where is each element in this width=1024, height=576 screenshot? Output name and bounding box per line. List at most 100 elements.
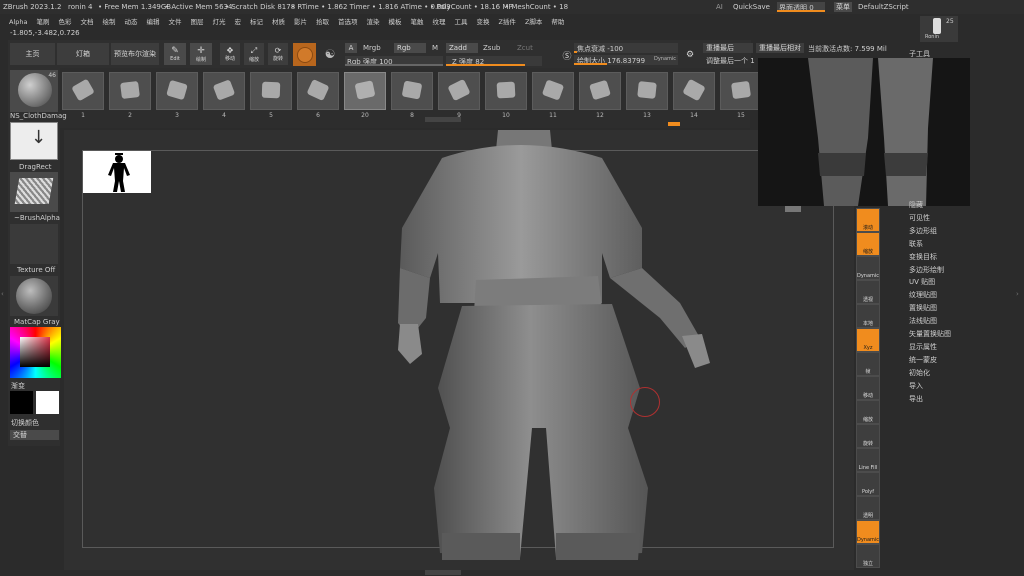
brush-thumbnail-slot[interactable]: 6	[297, 72, 339, 119]
tool-menu-item[interactable]: 导出	[909, 394, 923, 404]
menu-item[interactable]: Z脚本	[525, 16, 542, 26]
color-picker[interactable]	[10, 327, 61, 378]
subtool-header[interactable]: 子工具	[909, 49, 930, 59]
tool-menu-item[interactable]: 纹理贴图	[909, 290, 937, 300]
view-control-button[interactable]: 透明	[856, 496, 880, 520]
ui-transparency-slider[interactable]: 界面透明 0	[777, 2, 825, 12]
brush-thumbnail-slot[interactable]: 4	[203, 72, 245, 119]
tool-menu-item[interactable]: 多边形组	[909, 226, 937, 236]
menu-item[interactable]: 渲染	[366, 16, 379, 26]
view-control-button[interactable]: 帧	[856, 352, 880, 376]
menu-item[interactable]: 模板	[388, 16, 401, 26]
brush-thumbnail-slot[interactable]: 20	[344, 72, 386, 119]
draw-size-slider[interactable]: 绘制大小 176.83799 Dynamic	[574, 55, 678, 65]
bpr-button[interactable]: 预览布尔渲染	[111, 43, 159, 65]
tool-menu-item[interactable]: 变换目标	[909, 252, 937, 262]
menu-item[interactable]: 变换	[476, 16, 489, 26]
draw-button[interactable]: ✛ 绘制	[190, 43, 212, 65]
s-icon-button[interactable]: Ⓢ	[561, 46, 573, 64]
move-button[interactable]: ✥ 移动	[220, 43, 240, 65]
material-sphere-button[interactable]	[293, 43, 316, 66]
dynamic-label[interactable]: Dynamic	[654, 56, 676, 62]
replay-last-button[interactable]: 重播最后	[703, 43, 753, 53]
menu-item[interactable]: Z插件	[498, 16, 515, 26]
brush-thumbnail-slot[interactable]: 1	[62, 72, 104, 119]
reference-image[interactable]	[83, 151, 151, 193]
a-toggle[interactable]: A	[345, 43, 357, 53]
brush-thumbnail-slot[interactable]: 14	[673, 72, 715, 119]
adjust-last[interactable]: 调整最后一个 1	[706, 56, 755, 66]
menu-item[interactable]: 材质	[272, 16, 285, 26]
brush-thumbnail-slot[interactable]: 9	[438, 72, 480, 119]
alpha-thumbnail[interactable]	[10, 172, 58, 212]
ai-icon[interactable]: AI	[716, 3, 723, 11]
alternate-button[interactable]: 交替	[10, 430, 59, 440]
navigation-widget[interactable]	[785, 206, 801, 212]
menu-item[interactable]: 编辑	[146, 16, 159, 26]
quicksave-button[interactable]: QuickSave	[733, 3, 770, 11]
view-control-button[interactable]: 缩放	[856, 400, 880, 424]
texture-thumbnail[interactable]	[10, 224, 58, 264]
z-intensity-slider[interactable]: Z 强度 82	[446, 56, 542, 66]
tool-menu-item[interactable]: 多边形绘制	[909, 265, 944, 275]
view-control-button[interactable]: Polyf	[856, 472, 880, 496]
view-control-button[interactable]: Xyz	[856, 328, 880, 352]
tool-menu-item[interactable]: UV 贴图	[909, 277, 935, 287]
menu-item[interactable]: 帮助	[551, 16, 564, 26]
rgb-intensity-slider[interactable]: Rgb 强度 100	[345, 56, 443, 66]
tool-menu-item[interactable]: 置换贴图	[909, 303, 937, 313]
tool-menu-item[interactable]: 导入	[909, 381, 923, 391]
view-control-button[interactable]: 透视	[856, 280, 880, 304]
material-thumbnail[interactable]	[10, 276, 58, 316]
left-collapse-arrow[interactable]: ‹	[1, 290, 4, 298]
view-control-button[interactable]: 滚动	[856, 208, 880, 232]
bottom-collapse-handle[interactable]	[425, 570, 461, 575]
brush-thumbnail-slot[interactable]: 2	[109, 72, 151, 119]
menu-item[interactable]: 动态	[124, 16, 137, 26]
menu-item[interactable]: 工具	[454, 16, 467, 26]
home-button[interactable]: 主页	[10, 43, 55, 65]
brush-thumbnail[interactable]: 46	[10, 70, 58, 112]
brush-thumbnail-slot[interactable]: 12	[579, 72, 621, 119]
menu-item[interactable]: 文档	[80, 16, 93, 26]
stroke-thumbnail[interactable]: ↓	[10, 122, 58, 160]
view-control-button[interactable]: Line Fill	[856, 448, 880, 472]
menu-item[interactable]: 图层	[190, 16, 203, 26]
menu-item[interactable]: 拾取	[316, 16, 329, 26]
view-control-button[interactable]: 旋转	[856, 424, 880, 448]
replay-icon-button[interactable]: ⚙	[683, 46, 697, 64]
sculpt-model[interactable]	[380, 128, 720, 573]
brush-thumbnail-slot[interactable]: 3	[156, 72, 198, 119]
m-toggle[interactable]: M	[432, 44, 438, 52]
menu-button[interactable]: 菜单	[834, 2, 852, 12]
zcut-toggle[interactable]: Zcut	[517, 44, 533, 52]
switch-color-button[interactable]: 切换颜色	[11, 418, 39, 428]
secondary-color-swatch[interactable]	[36, 391, 59, 414]
brush-thumbnail-slot[interactable]: 10	[485, 72, 527, 119]
tool-menu-item[interactable]: 矢量置换贴图	[909, 329, 951, 339]
menu-item[interactable]: 笔刷	[36, 16, 49, 26]
view-control-button[interactable]: 移动	[856, 376, 880, 400]
color-picker-square[interactable]	[20, 337, 50, 367]
brush-thumbnail-slot[interactable]: 11	[532, 72, 574, 119]
brush-thumbnail-slot[interactable]: 15	[720, 72, 762, 119]
view-control-button[interactable]: 缩放	[856, 232, 880, 256]
yin-yang-button[interactable]: ☯	[320, 43, 340, 65]
tool-menu-item[interactable]: 可见性	[909, 213, 930, 223]
rgb-toggle[interactable]: Rgb	[394, 43, 426, 53]
tool-menu-item[interactable]: 统一蒙皮	[909, 355, 937, 365]
edit-button[interactable]: ✎ Edit	[164, 43, 186, 65]
tool-menu-item[interactable]: 联系	[909, 239, 923, 249]
view-control-button[interactable]: 本地	[856, 304, 880, 328]
replay-last-relative-button[interactable]: 重播最后相对	[756, 43, 804, 53]
menu-item[interactable]: 灯光	[212, 16, 225, 26]
brush-thumbnail-slot[interactable]: 13	[626, 72, 668, 119]
tool-menu-item[interactable]: 法线贴图	[909, 316, 937, 326]
right-collapse-arrow[interactable]: ›	[1016, 290, 1019, 298]
menu-item[interactable]: 色彩	[58, 16, 71, 26]
tool-menu-item[interactable]: 显示属性	[909, 342, 937, 352]
view-control-button[interactable]: Dynamic	[856, 256, 880, 280]
menu-item[interactable]: 影片	[294, 16, 307, 26]
zadd-toggle[interactable]: Zadd	[446, 43, 478, 53]
menu-item[interactable]: 标记	[250, 16, 263, 26]
